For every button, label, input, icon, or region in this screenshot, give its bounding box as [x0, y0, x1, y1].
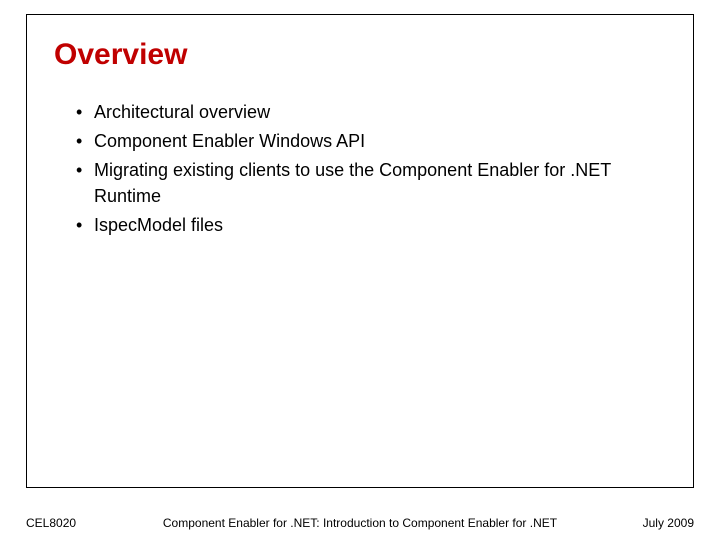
slide-content: Overview Architectural overview Componen… — [26, 14, 694, 488]
footer: CEL8020 Component Enabler for .NET: Intr… — [26, 516, 694, 530]
bullet-list: Architectural overview Component Enabler… — [54, 100, 666, 238]
slide-title: Overview — [54, 38, 666, 72]
footer-left: CEL8020 — [26, 516, 146, 530]
footer-right: July 2009 — [574, 516, 694, 530]
list-item: IspecModel files — [76, 213, 666, 238]
list-item: Architectural overview — [76, 100, 666, 125]
list-item: Component Enabler Windows API — [76, 129, 666, 154]
footer-center: Component Enabler for .NET: Introduction… — [146, 516, 574, 530]
list-item: Migrating existing clients to use the Co… — [76, 158, 666, 208]
